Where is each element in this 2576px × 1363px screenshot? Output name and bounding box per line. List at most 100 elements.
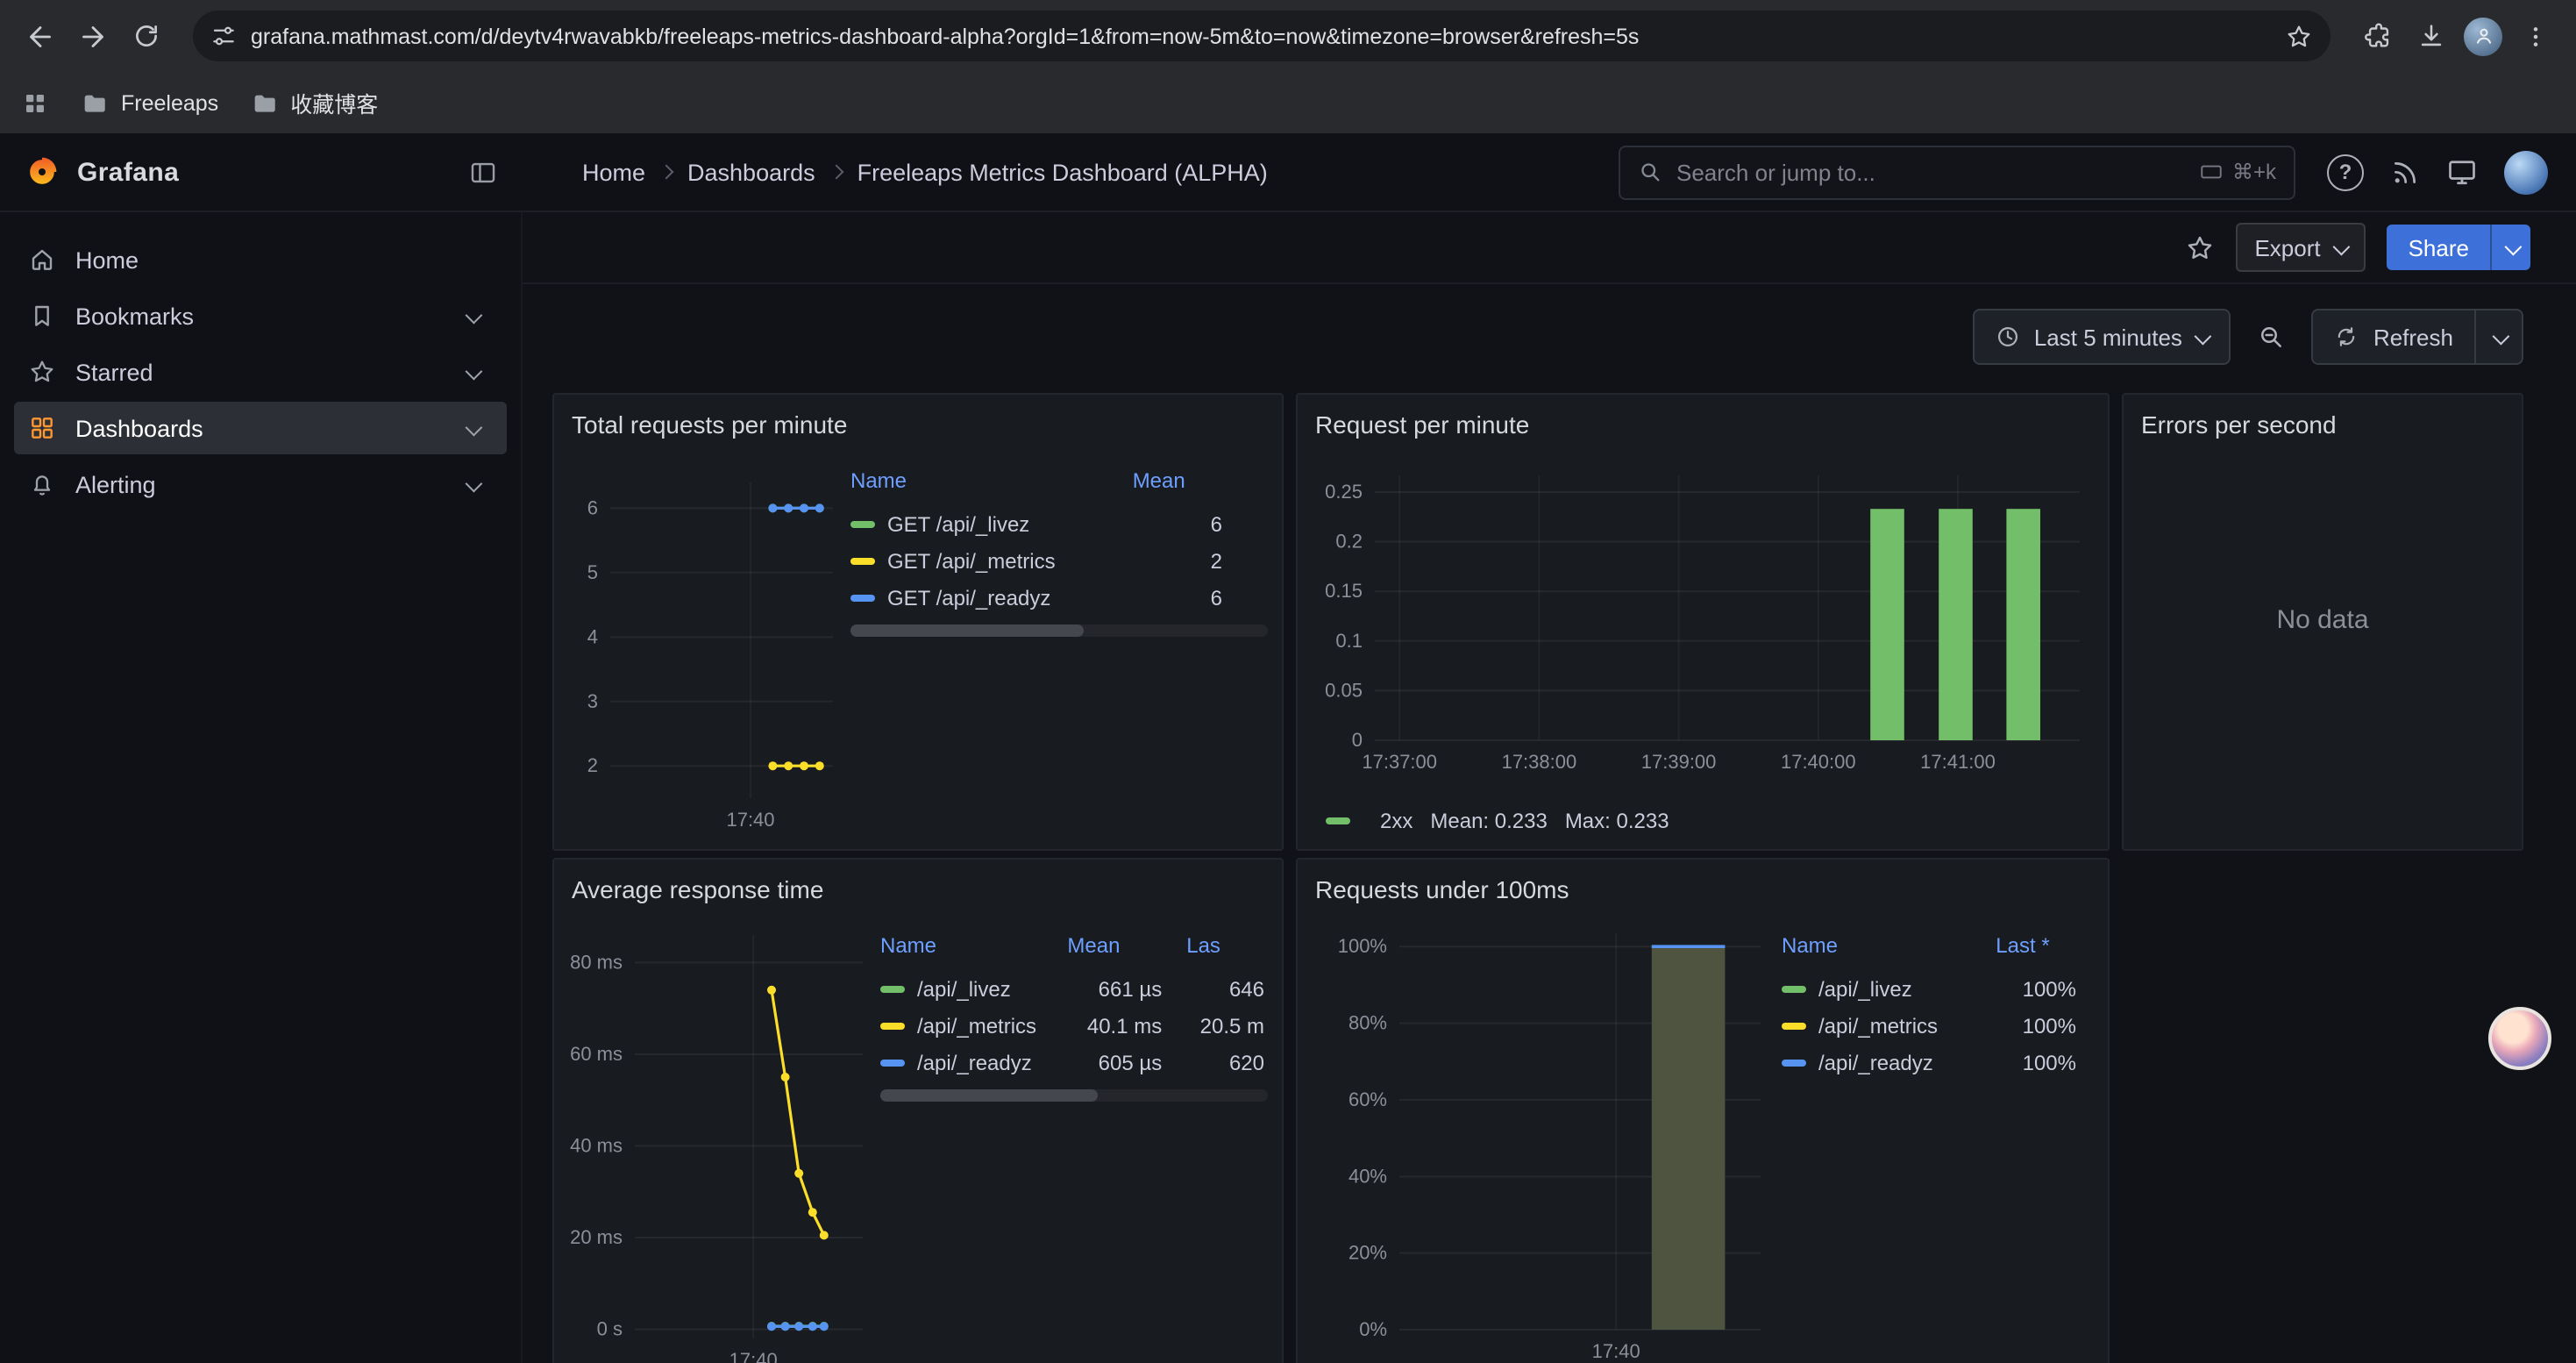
- extensions-button[interactable]: [2352, 10, 2404, 62]
- series-marker: [880, 985, 905, 992]
- breadcrumb-home[interactable]: Home: [582, 159, 645, 185]
- legend-col-name[interactable]: Name: [1782, 933, 1996, 970]
- scrollbar-thumb[interactable]: [880, 1089, 1098, 1102]
- svg-text:20%: 20%: [1348, 1242, 1387, 1264]
- legend-col-last[interactable]: Last *: [1996, 933, 2094, 970]
- refresh-button[interactable]: Refresh: [2312, 309, 2476, 365]
- svg-text:17:40:00: 17:40:00: [1781, 751, 1856, 773]
- legend-col-mean[interactable]: Mean: [1133, 468, 1268, 505]
- legend-row[interactable]: GET /api/_metrics 2: [850, 542, 1268, 579]
- sidebar-item-dashboards[interactable]: Dashboards: [14, 402, 507, 454]
- legend-col-mean[interactable]: Mean: [1067, 933, 1186, 970]
- dock-sidebar-icon: [468, 157, 498, 187]
- zoom-out-icon: [2258, 323, 2286, 351]
- export-button[interactable]: Export: [2235, 223, 2366, 272]
- share-split-button: Share: [2387, 225, 2530, 270]
- svg-text:0: 0: [1352, 729, 1363, 751]
- sidebar-item-starred[interactable]: Starred: [14, 346, 507, 398]
- legend-row[interactable]: /api/_livez 661 µs 646: [880, 970, 1268, 1007]
- legend-row[interactable]: /api/_livez 100%: [1782, 970, 2094, 1007]
- panel-title[interactable]: Average response time: [554, 860, 1282, 909]
- news-rss-button[interactable]: [2390, 157, 2420, 187]
- bell-icon: [28, 470, 56, 498]
- scrollbar-thumb[interactable]: [850, 624, 1085, 637]
- series-marker: [1782, 1022, 1806, 1029]
- legend-col-name[interactable]: Name: [850, 468, 1133, 505]
- time-range-picker[interactable]: Last 5 minutes: [1973, 309, 2231, 365]
- back-button[interactable]: [14, 10, 67, 62]
- legend-col-last[interactable]: Las: [1186, 933, 1268, 970]
- svg-text:17:41:00: 17:41:00: [1920, 751, 1996, 773]
- chevron-down-icon[interactable]: [466, 362, 483, 380]
- svg-text:80 ms: 80 ms: [570, 951, 623, 973]
- legend-row[interactable]: /api/_readyz 100%: [1782, 1044, 2094, 1081]
- chevron-down-icon: [2504, 238, 2522, 255]
- zoom-out-button[interactable]: [2245, 310, 2298, 363]
- chevron-down-icon: [2195, 327, 2212, 345]
- breadcrumb-dashboards[interactable]: Dashboards: [687, 159, 815, 185]
- forward-button[interactable]: [67, 10, 119, 62]
- org-switcher[interactable]: Grafana: [0, 154, 523, 189]
- chevron-down-icon[interactable]: [466, 418, 483, 436]
- chevron-right-icon: [829, 165, 843, 180]
- panel-title[interactable]: Total requests per minute: [554, 395, 1282, 444]
- floating-avatar-button[interactable]: [2488, 1007, 2551, 1070]
- panel-requests-under-100ms: Requests under 100ms 0%20%40%60%80%100%1…: [1296, 858, 2110, 1363]
- legend-row[interactable]: /api/_readyz 605 µs 620: [880, 1044, 1268, 1081]
- share-menu-button[interactable]: [2490, 225, 2530, 270]
- legend-col-name[interactable]: Name: [880, 933, 1067, 970]
- legend: Name Mean GET /api/_livez 6: [850, 468, 1268, 833]
- sidebar-item-home[interactable]: Home: [14, 233, 507, 286]
- series-marker: [880, 1022, 905, 1029]
- home-icon: [28, 246, 56, 274]
- legend-scrollbar[interactable]: [880, 1089, 1268, 1102]
- legend[interactable]: 2xx Mean: 0.233 Max: 0.233: [1326, 809, 1669, 833]
- chevron-down-icon[interactable]: [466, 475, 483, 492]
- svg-text:17:38:00: 17:38:00: [1502, 751, 1577, 773]
- bar-chart[interactable]: 00.050.10.150.20.2517:37:0017:38:0017:39…: [1312, 451, 2097, 795]
- browser-menu-button[interactable]: [2509, 10, 2562, 62]
- reload-button[interactable]: [119, 10, 172, 62]
- help-button[interactable]: ?: [2327, 153, 2364, 190]
- monitor-button[interactable]: [2446, 156, 2478, 188]
- panel-title[interactable]: Requests under 100ms: [1298, 860, 2108, 909]
- panel-title[interactable]: Request per minute: [1298, 395, 2108, 444]
- refresh-interval-button[interactable]: [2476, 309, 2523, 365]
- back-icon: [25, 20, 56, 52]
- apps-grid-icon[interactable]: [21, 89, 49, 117]
- bookmark-star-icon[interactable]: [2285, 22, 2313, 50]
- bookmark-folder-freeleaps[interactable]: Freeleaps: [81, 89, 218, 117]
- panel-title[interactable]: Errors per second: [2124, 395, 2522, 444]
- url-bar[interactable]: grafana.mathmast.com/d/deytv4rwavabkb/fr…: [193, 11, 2330, 61]
- share-button[interactable]: Share: [2387, 225, 2490, 270]
- dashboard-actions-bar: Export Share: [523, 212, 2576, 284]
- search-placeholder: Search or jump to...: [1676, 159, 2199, 185]
- user-avatar[interactable]: [2504, 150, 2548, 194]
- downloads-button[interactable]: [2404, 10, 2457, 62]
- search-input[interactable]: Search or jump to... ⌘+k: [1619, 145, 2295, 199]
- timeseries-chart[interactable]: 0 s20 ms40 ms60 ms80 ms17:40: [568, 916, 870, 1363]
- forward-icon: [77, 20, 109, 52]
- extensions-puzzle-icon: [2363, 21, 2393, 51]
- svg-text:5: 5: [587, 561, 598, 583]
- chevron-down-icon[interactable]: [466, 306, 483, 324]
- timeseries-chart[interactable]: 2345617:40: [568, 451, 840, 833]
- site-info-icon[interactable]: [210, 23, 237, 49]
- time-controls: Last 5 minutes Refresh: [1973, 309, 2523, 365]
- dock-sidebar-button[interactable]: [468, 157, 498, 187]
- chevron-right-icon: [659, 165, 674, 180]
- star-dashboard-button[interactable]: [2184, 232, 2214, 262]
- legend-row[interactable]: /api/_metrics 100%: [1782, 1007, 2094, 1044]
- legend: Name Mean Las /api/_livez 661 µs 64: [880, 933, 1268, 1363]
- profile-button[interactable]: [2457, 10, 2509, 62]
- bar-chart[interactable]: 0%20%40%60%80%100%17:40: [1312, 916, 1771, 1363]
- svg-text:0.1: 0.1: [1335, 630, 1363, 652]
- bookmark-folder-blogs[interactable]: 收藏博客: [250, 86, 378, 119]
- sidebar-item-alerting[interactable]: Alerting: [14, 458, 507, 510]
- legend-scrollbar[interactable]: [850, 624, 1268, 637]
- sidebar-item-bookmarks[interactable]: Bookmarks: [14, 289, 507, 342]
- legend-row[interactable]: /api/_metrics 40.1 ms 20.5 m: [880, 1007, 1268, 1044]
- legend-row[interactable]: GET /api/_readyz 6: [850, 579, 1268, 616]
- legend-row[interactable]: GET /api/_livez 6: [850, 505, 1268, 542]
- svg-text:17:40: 17:40: [1592, 1340, 1640, 1362]
